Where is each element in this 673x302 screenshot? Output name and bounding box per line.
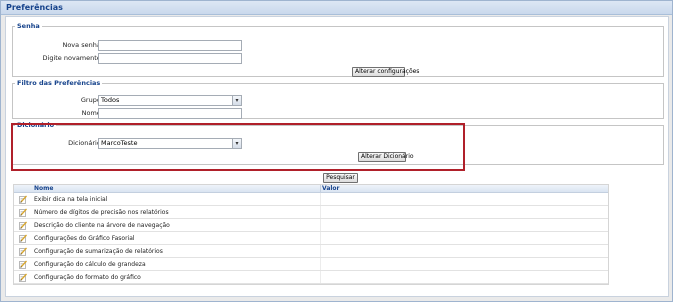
- row-value-divider: [320, 258, 321, 270]
- nova-senha-input[interactable]: [98, 40, 242, 51]
- repita-senha-label: Digite novamente:: [42, 54, 103, 62]
- panel-title: Preferências: [1, 1, 672, 15]
- pesquisar-button[interactable]: Pesquisar: [323, 173, 358, 183]
- dicionario-label: Dicionário:: [68, 139, 103, 147]
- table-row[interactable]: Exibir dica na tela inicial: [14, 193, 608, 206]
- alterar-configuracoes-button[interactable]: Alterar configurações: [352, 67, 419, 77]
- dicionario-legend: Dicionário: [17, 121, 55, 129]
- row-name: Configurações do Gráfico Fasorial: [34, 235, 135, 242]
- table-row[interactable]: Descrição do cliente na árvore de navega…: [14, 219, 608, 232]
- edit-pencil-icon: [19, 234, 27, 243]
- row-value-divider: [320, 245, 321, 257]
- row-value-divider: [320, 193, 321, 205]
- row-name: Descrição do cliente na árvore de navega…: [34, 222, 170, 229]
- edit-pencil-icon: [19, 273, 27, 282]
- preferences-panel: Preferências Senha Nova senha: Digite no…: [0, 0, 673, 302]
- row-name: Configuração de sumarização de relatório…: [34, 248, 163, 255]
- row-name: Configuração do formato do gráfico: [34, 274, 141, 281]
- row-name: Configuração do cálculo de grandeza: [34, 261, 146, 268]
- preferences-grid: Nome Valor Exibir dica na tela inicial Nú…: [13, 184, 609, 285]
- dicionario-fieldset: Dicionário Dicionário: MarcoTeste ▾ Alte…: [12, 121, 664, 165]
- grupo-select[interactable]: Todos ▾: [98, 95, 242, 106]
- nova-senha-label: Nova senha:: [62, 41, 103, 49]
- nome-label: Nome:: [81, 109, 103, 117]
- row-value-divider: [320, 271, 321, 283]
- table-row[interactable]: Configurações do Gráfico Fasorial: [14, 232, 608, 245]
- senha-legend: Senha: [17, 22, 40, 30]
- edit-pencil-icon: [19, 260, 27, 269]
- row-value-divider: [320, 206, 321, 218]
- edit-pencil-icon: [19, 247, 27, 256]
- edit-pencil-icon: [19, 195, 27, 204]
- chevron-down-icon[interactable]: ▾: [232, 139, 241, 148]
- column-divider: [320, 185, 321, 193]
- senha-fieldset: Senha Nova senha: Digite novamente: Alte…: [12, 22, 664, 77]
- dicionario-select-value: MarcoTeste: [101, 139, 138, 147]
- alterar-dicionario-button[interactable]: Alterar Dicionário: [358, 152, 414, 162]
- filtro-fieldset: Filtro das Preferências Grupo: Todos ▾ N…: [12, 79, 664, 119]
- grid-rows: Exibir dica na tela inicial Número de díg…: [14, 193, 608, 284]
- edit-pencil-icon: [19, 208, 27, 217]
- table-row[interactable]: Configuração de sumarização de relatório…: [14, 245, 608, 258]
- table-row[interactable]: Configuração do formato do gráfico: [14, 271, 608, 284]
- table-row[interactable]: Número de dígitos de precisão nos relató…: [14, 206, 608, 219]
- repita-senha-input[interactable]: [98, 53, 242, 64]
- row-name: Número de dígitos de precisão nos relató…: [34, 209, 169, 216]
- table-row[interactable]: Configuração do cálculo de grandeza: [14, 258, 608, 271]
- edit-pencil-icon: [19, 221, 27, 230]
- filtro-legend: Filtro das Preferências: [17, 79, 101, 87]
- row-name: Exibir dica na tela inicial: [34, 196, 108, 203]
- dicionario-select[interactable]: MarcoTeste ▾: [98, 138, 242, 149]
- chevron-down-icon[interactable]: ▾: [232, 96, 241, 105]
- nome-input[interactable]: [98, 108, 242, 119]
- row-value-divider: [320, 219, 321, 231]
- column-header-nome[interactable]: Nome: [34, 185, 53, 193]
- panel-body: Senha Nova senha: Digite novamente: Alte…: [5, 16, 669, 297]
- row-value-divider: [320, 232, 321, 244]
- column-header-valor[interactable]: Valor: [322, 185, 340, 193]
- grupo-select-value: Todos: [101, 96, 120, 104]
- grid-header: Nome Valor: [14, 185, 608, 193]
- grupo-label: Grupo:: [80, 96, 103, 104]
